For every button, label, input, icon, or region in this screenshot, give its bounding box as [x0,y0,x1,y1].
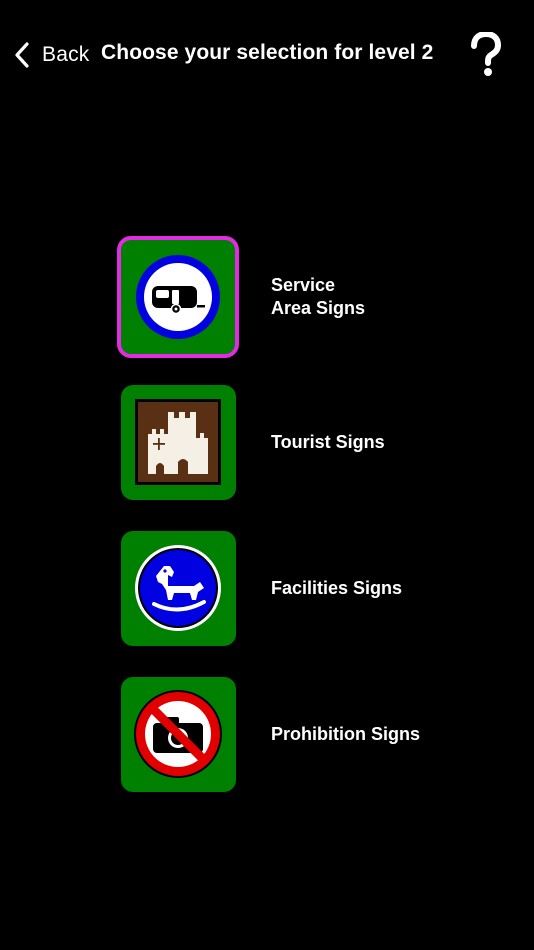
facilities-tile[interactable] [120,530,236,646]
back-label: Back [42,43,90,66]
navigation-bar: Back Choose your selection for level 2 [0,0,534,110]
prohibition-tile[interactable] [120,676,236,792]
item-label: Service Area Signs [271,275,366,318]
page-title: Choose your selection for level 2 [101,41,434,64]
service-area-tile[interactable] [117,236,239,358]
tile-container [113,530,243,646]
list-item-service-area-signs[interactable]: Service Area Signs [113,233,493,361]
caravan-sign-icon [136,255,220,339]
item-label: Prohibition Signs [271,723,420,744]
chevron-left-icon [15,42,29,68]
item-label: Facilities Signs [271,577,403,598]
list-item-prohibition-signs[interactable]: Prohibition Signs [113,676,493,792]
list-item-facilities-signs[interactable]: Facilities Signs [113,530,493,646]
help-button[interactable] [466,32,506,78]
tourist-tile[interactable] [120,384,236,500]
castle-sign-icon [135,399,221,485]
list-item-tourist-signs[interactable]: Tourist Signs [113,384,493,500]
tile-container [113,384,243,500]
item-label: Tourist Signs [271,431,385,452]
rocking-horse-sign-icon [135,545,221,631]
back-button[interactable]: Back [14,38,90,72]
no-camera-sign-icon [134,690,222,778]
tile-container [113,236,243,358]
tile-container [113,676,243,792]
question-mark-icon [471,32,502,76]
